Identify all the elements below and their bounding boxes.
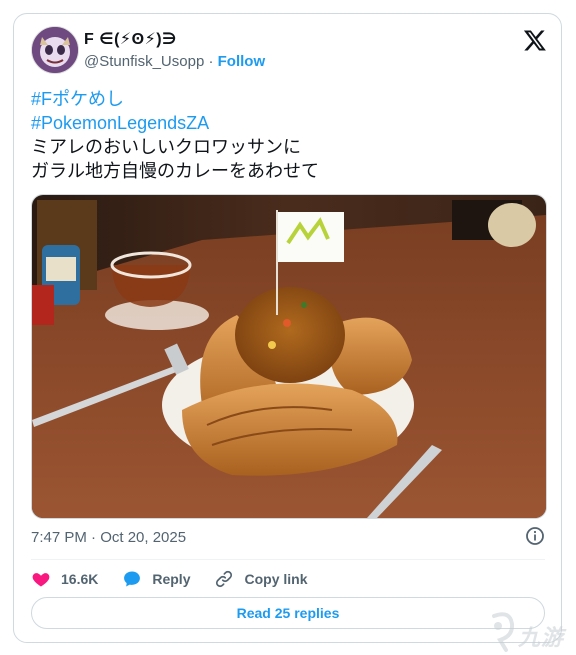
user-handle[interactable]: @Stunfisk_Usopp bbox=[84, 53, 204, 70]
x-logo-icon[interactable] bbox=[523, 28, 547, 52]
link-icon bbox=[216, 570, 233, 588]
follow-button[interactable]: Follow bbox=[218, 53, 266, 70]
tweet-text: #Fポケめし #PokemonLegendsZA ミアレのおいしいクロワッサンに… bbox=[31, 87, 319, 183]
display-name[interactable]: F ∈(⚡ʘ⚡)∋ bbox=[84, 29, 177, 49]
watermark-logo: 九游 bbox=[480, 606, 576, 655]
hashtag-link[interactable]: #Fポケめし bbox=[31, 87, 319, 111]
separator: · bbox=[204, 53, 218, 70]
watermark-text: 九游 bbox=[518, 625, 565, 650]
info-icon[interactable] bbox=[525, 526, 545, 546]
action-bar: 16.6K Reply Copy link bbox=[31, 566, 332, 592]
avatar[interactable] bbox=[31, 26, 79, 74]
speech-bubble-icon bbox=[124, 571, 141, 587]
copy-link-label: Copy link bbox=[244, 571, 308, 587]
copy-link-button[interactable]: Copy link bbox=[214, 569, 308, 589]
like-button[interactable]: 16.6K bbox=[31, 569, 98, 589]
heart-icon bbox=[32, 573, 50, 587]
post-photo[interactable] bbox=[31, 194, 547, 519]
handle-line: @Stunfisk_Usopp · Follow bbox=[84, 53, 265, 70]
tweet-body-line: ガラル地方自慢のカレーをあわせて bbox=[31, 161, 319, 181]
reply-label: Reply bbox=[152, 571, 191, 587]
tweet-card: F ∈(⚡ʘ⚡)∋ @Stunfisk_Usopp · Follow #Fポケめ… bbox=[13, 13, 562, 643]
reply-button[interactable]: Reply bbox=[122, 569, 190, 589]
post-timestamp[interactable]: 7:47 PM · Oct 20, 2025 bbox=[31, 529, 186, 546]
like-count: 16.6K bbox=[61, 571, 99, 587]
hashtag-link[interactable]: #PokemonLegendsZA bbox=[31, 111, 319, 135]
tweet-body-line: ミアレのおいしいクロワッサンに bbox=[31, 137, 301, 157]
read-replies-button[interactable]: Read 25 replies bbox=[31, 597, 545, 629]
divider bbox=[31, 559, 545, 560]
